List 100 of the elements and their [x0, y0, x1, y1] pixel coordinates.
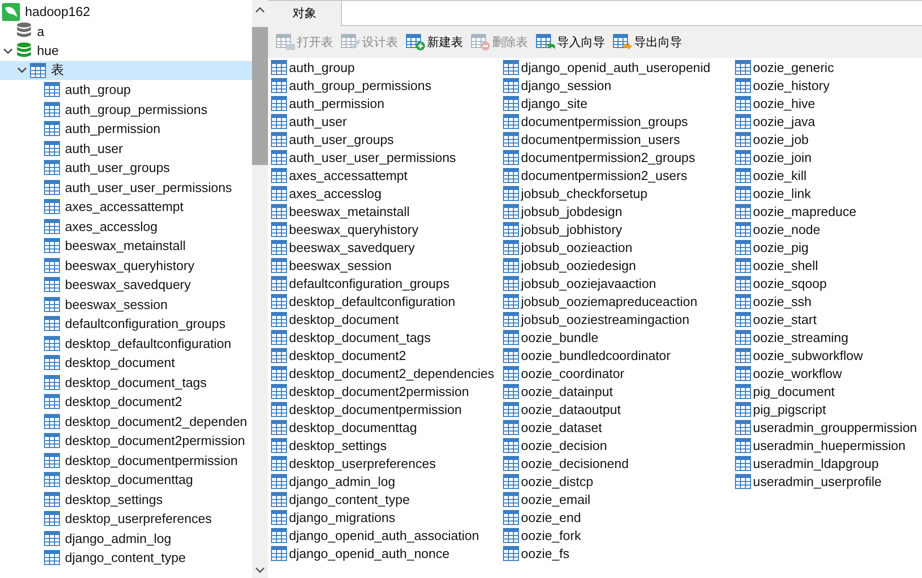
table-item[interactable]: useradmin_userprofile — [735, 472, 922, 490]
table-item[interactable]: desktop_document — [271, 310, 503, 328]
table-item[interactable]: oozie_mapreduce — [735, 202, 922, 220]
table-item[interactable]: oozie_decision — [503, 436, 735, 454]
tree-item[interactable]: desktop_documenttag — [0, 470, 252, 490]
table-item[interactable]: auth_permission — [271, 94, 503, 112]
table-item[interactable]: oozie_kill — [735, 166, 922, 184]
table-item[interactable]: desktop_document2_dependencies — [271, 364, 503, 382]
table-item[interactable]: documentpermission_groups — [503, 112, 735, 130]
tab[interactable]: 对象 — [268, 1, 341, 26]
table-item[interactable]: jobsub_checkforsetup — [503, 184, 735, 202]
table-item[interactable]: oozie_generic — [735, 58, 922, 76]
table-item[interactable]: pig_document — [735, 382, 922, 400]
tree-item[interactable]: beeswax_queryhistory — [0, 256, 252, 275]
table-item[interactable]: jobsub_ooziestreamingaction — [503, 310, 735, 328]
table-item[interactable]: oozie_link — [735, 184, 922, 202]
scroll-down-icon[interactable] — [255, 566, 265, 574]
table-item[interactable]: oozie_dataoutput — [503, 400, 735, 418]
table-item[interactable]: oozie_bundle — [503, 328, 735, 346]
tree-item[interactable]: auth_group — [0, 80, 252, 100]
table-item[interactable]: django_openid_auth_association — [271, 526, 503, 544]
table-item[interactable]: desktop_documenttag — [271, 418, 503, 436]
tree-item[interactable]: 表 — [0, 60, 252, 80]
tree-item[interactable]: a — [0, 22, 252, 41]
table-item[interactable]: oozie_fork — [503, 526, 735, 544]
toolbar-button[interactable]: 新建表 — [404, 30, 465, 54]
tree-item[interactable]: desktop_documentpermission — [0, 450, 252, 470]
table-item[interactable]: oozie_coordinator — [503, 364, 735, 382]
toolbar-button[interactable]: 导入向导 — [534, 30, 607, 54]
tree-item[interactable]: hadoop162 — [0, 2, 252, 22]
table-item[interactable]: useradmin_huepermission — [735, 436, 922, 454]
table-item[interactable]: desktop_documentpermission — [271, 400, 503, 418]
table-item[interactable]: oozie_ssh — [735, 292, 922, 310]
table-item[interactable]: oozie_workflow — [735, 364, 922, 382]
tree-item[interactable]: desktop_defaultconfiguration — [0, 334, 252, 353]
table-item[interactable]: auth_user_groups — [271, 130, 503, 148]
table-item[interactable]: beeswax_metainstall — [271, 202, 503, 220]
table-item[interactable]: oozie_job — [735, 130, 922, 148]
tree-item[interactable]: axes_accesslog — [0, 216, 252, 236]
tree-item[interactable]: desktop_document2_dependen — [0, 412, 252, 431]
table-item[interactable]: beeswax_queryhistory — [271, 220, 503, 238]
table-item[interactable]: django_openid_auth_nonce — [271, 544, 503, 562]
scroll-up-icon[interactable] — [255, 6, 265, 14]
tree-item[interactable]: auth_user_user_permissions — [0, 178, 252, 197]
table-item[interactable]: axes_accesslog — [271, 184, 503, 202]
tree-item[interactable]: auth_user_groups — [0, 158, 252, 178]
table-item[interactable]: jobsub_jobhistory — [503, 220, 735, 238]
table-item[interactable]: oozie_email — [503, 490, 735, 508]
table-item[interactable]: auth_user_user_permissions — [271, 148, 503, 166]
table-item[interactable]: oozie_sqoop — [735, 274, 922, 292]
table-item[interactable]: auth_group_permissions — [271, 76, 503, 94]
table-item[interactable]: oozie_fs — [503, 544, 735, 562]
tree-item[interactable]: desktop_userpreferences — [0, 509, 252, 528]
table-item[interactable]: oozie_end — [503, 508, 735, 526]
tree-item[interactable]: beeswax_metainstall — [0, 236, 252, 256]
table-item[interactable]: oozie_java — [735, 112, 922, 130]
table-item[interactable]: auth_group — [271, 58, 503, 76]
table-item[interactable]: desktop_defaultconfiguration — [271, 292, 503, 310]
tree-item[interactable]: desktop_document2 — [0, 392, 252, 412]
toolbar-button[interactable]: 导出向导 — [611, 30, 684, 54]
tree-item[interactable]: beeswax_savedquery — [0, 275, 252, 294]
table-item[interactable]: oozie_node — [735, 220, 922, 238]
table-item[interactable]: desktop_settings — [271, 436, 503, 454]
table-item[interactable]: desktop_document_tags — [271, 328, 503, 346]
table-item[interactable]: oozie_datainput — [503, 382, 735, 400]
table-item[interactable]: axes_accessattempt — [271, 166, 503, 184]
tree-item[interactable]: django_admin_log — [0, 528, 252, 548]
table-item[interactable]: oozie_start — [735, 310, 922, 328]
tree-item[interactable]: desktop_settings — [0, 490, 252, 509]
tree-item[interactable]: hue — [0, 41, 252, 60]
tree-item[interactable]: auth_group_permissions — [0, 100, 252, 119]
tree-item[interactable]: auth_user — [0, 138, 252, 158]
table-item[interactable]: oozie_shell — [735, 256, 922, 274]
table-item[interactable]: oozie_streaming — [735, 328, 922, 346]
table-item[interactable]: defaultconfiguration_groups — [271, 274, 503, 292]
table-item[interactable]: documentpermission_users — [503, 130, 735, 148]
table-item[interactable]: beeswax_session — [271, 256, 503, 274]
table-item[interactable]: jobsub_jobdesign — [503, 202, 735, 220]
table-item[interactable]: useradmin_grouppermission — [735, 418, 922, 436]
table-item[interactable]: django_admin_log — [271, 472, 503, 490]
chevron-down-icon[interactable] — [3, 46, 13, 56]
table-item[interactable]: django_session — [503, 76, 735, 94]
table-item[interactable]: oozie_history — [735, 76, 922, 94]
tree-item[interactable]: desktop_document2permission — [0, 431, 252, 450]
table-item[interactable]: oozie_join — [735, 148, 922, 166]
table-item[interactable]: oozie_pig — [735, 238, 922, 256]
table-item[interactable]: django_site — [503, 94, 735, 112]
table-item[interactable]: oozie_dataset — [503, 418, 735, 436]
table-item[interactable]: useradmin_ldapgroup — [735, 454, 922, 472]
table-item[interactable]: beeswax_savedquery — [271, 238, 503, 256]
table-item[interactable]: jobsub_oozieaction — [503, 238, 735, 256]
table-item[interactable]: desktop_document2permission — [271, 382, 503, 400]
tree-item[interactable]: axes_accessattempt — [0, 197, 252, 216]
table-item[interactable]: auth_user — [271, 112, 503, 130]
table-item[interactable]: django_migrations — [271, 508, 503, 526]
tree-item[interactable]: desktop_document — [0, 353, 252, 372]
table-item[interactable]: oozie_distcp — [503, 472, 735, 490]
scrollbar-thumb[interactable] — [252, 27, 268, 165]
table-item[interactable]: oozie_bundledcoordinator — [503, 346, 735, 364]
table-item[interactable]: django_content_type — [271, 490, 503, 508]
